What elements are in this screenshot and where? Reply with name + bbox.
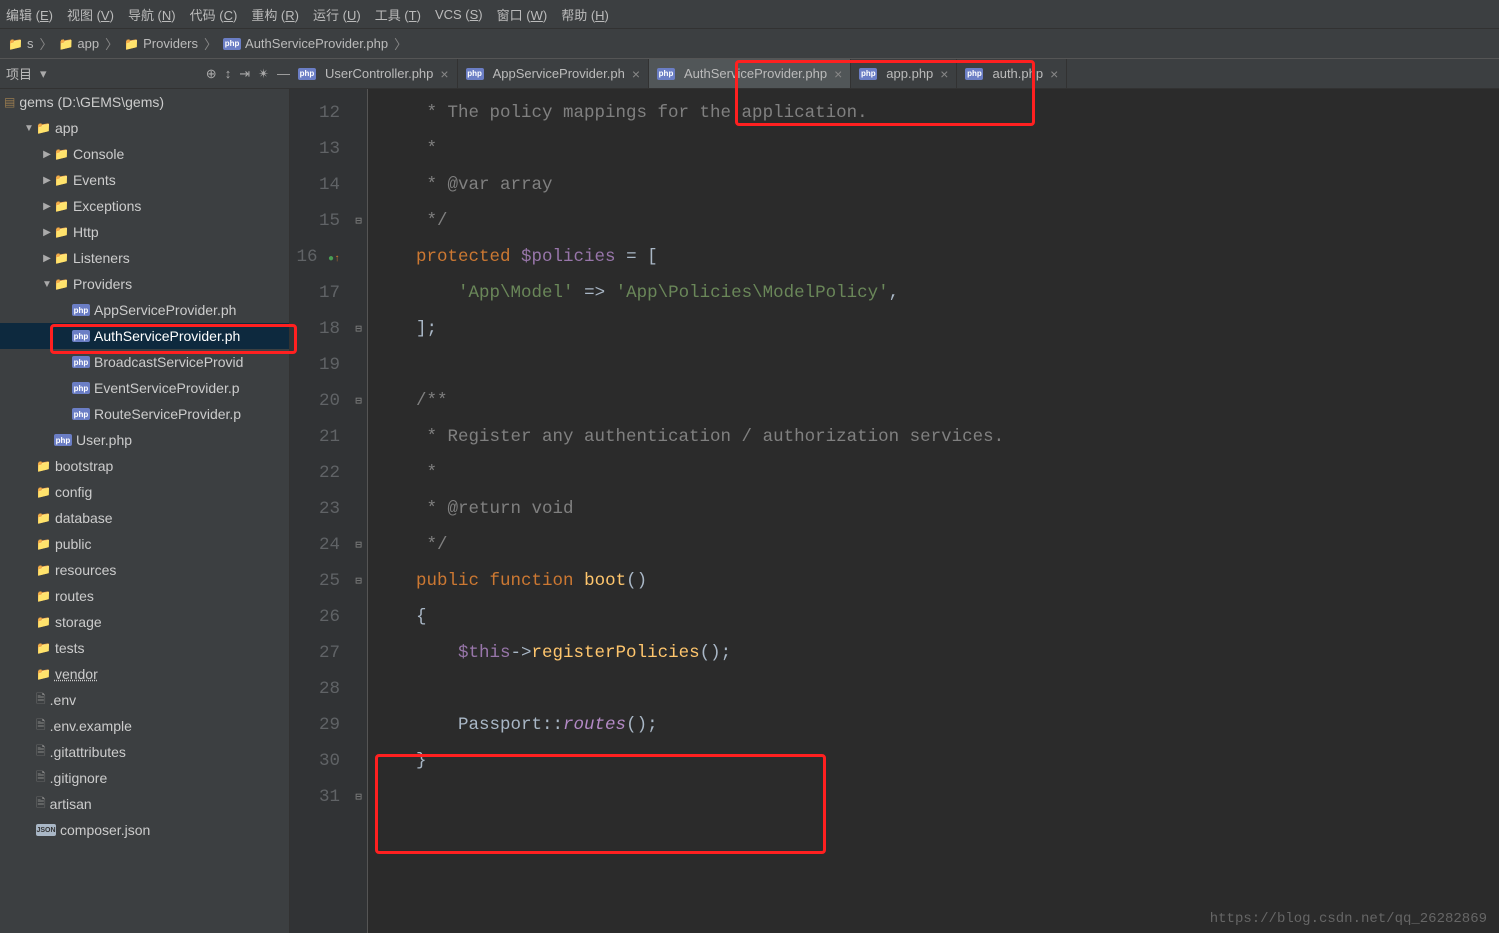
tree-item[interactable]: ▼📁Providers: [0, 271, 289, 297]
tree-item[interactable]: ▶📁Events: [0, 167, 289, 193]
tree-item[interactable]: 🗎.gitattributes: [0, 739, 289, 765]
menu-item[interactable]: 工具 (T): [375, 5, 421, 24]
line-gutter: 1213141516 ●↑171819202122232425262728293…: [290, 89, 350, 933]
editor-tab[interactable]: php app.php ×: [851, 59, 957, 88]
main-menubar[interactable]: 编辑 (E) 视图 (V) 导航 (N) 代码 (C) 重构 (R) 运行 (U) 工具 (…: [0, 0, 1499, 29]
tree-item[interactable]: ▶📁Console: [0, 141, 289, 167]
sort-icon[interactable]: ↕: [225, 66, 232, 81]
dropdown-icon[interactable]: ▾: [40, 66, 47, 82]
file-icon: 🗎: [36, 768, 46, 789]
gear-icon[interactable]: ✴: [258, 66, 269, 82]
collapse-icon[interactable]: ⇥: [239, 66, 250, 82]
menu-item[interactable]: 导航 (N): [128, 5, 176, 24]
tree-item[interactable]: 🗎.gitignore: [0, 765, 289, 791]
tab-label: AuthServiceProvider.php: [684, 66, 827, 81]
hide-icon[interactable]: —: [277, 66, 290, 81]
tab-label: auth.php: [992, 66, 1043, 81]
code-editor[interactable]: 1213141516 ●↑171819202122232425262728293…: [290, 89, 1499, 933]
tree-item[interactable]: phpAppServiceProvider.ph: [0, 297, 289, 323]
tab-toolbar-row: 项目 ▾ ⊕ ↕ ⇥ ✴ — phpUserController.php×php…: [0, 59, 1499, 89]
php-file-icon: php: [72, 408, 90, 420]
tab-label: app.php: [886, 66, 933, 81]
php-file-icon: php: [72, 356, 90, 368]
tree-item[interactable]: 📁bootstrap: [0, 453, 289, 479]
close-icon[interactable]: ×: [440, 66, 448, 82]
tree-item[interactable]: ▼📁app: [0, 115, 289, 141]
tree-item[interactable]: phpBroadcastServiceProvid: [0, 349, 289, 375]
tree-item[interactable]: JSONcomposer.json: [0, 817, 289, 843]
tree-item[interactable]: ▶📁Http: [0, 219, 289, 245]
menu-item[interactable]: 代码 (C): [190, 5, 238, 24]
editor-tab[interactable]: php UserController.php ×: [290, 59, 458, 88]
editor-tab[interactable]: php AppServiceProvider.ph ×: [458, 59, 649, 88]
editor-tabs: php UserController.php × php AppServiceProvi…: [290, 59, 1067, 88]
editor-tab[interactable]: php AuthServiceProvider.php ×: [649, 59, 851, 88]
php-file-icon: php: [298, 68, 316, 80]
php-file-icon: php: [466, 68, 484, 80]
close-icon[interactable]: ×: [632, 66, 640, 82]
file-icon: 🗎: [36, 794, 46, 815]
close-icon[interactable]: ×: [940, 66, 948, 82]
tree-item[interactable]: 📁storage: [0, 609, 289, 635]
menu-item[interactable]: 视图 (V): [67, 5, 114, 24]
fold-column[interactable]: ⊟⊟⊟⊟⊟⊟: [350, 89, 368, 933]
menu-item[interactable]: 编辑 (E): [6, 5, 53, 24]
php-file-icon: php: [859, 68, 877, 80]
tree-item[interactable]: 📁config: [0, 479, 289, 505]
php-file-icon: php: [72, 304, 90, 316]
menu-item[interactable]: 运行 (U): [313, 5, 361, 24]
target-icon[interactable]: ⊕: [206, 66, 217, 82]
editor-tab[interactable]: php auth.php ×: [957, 59, 1067, 88]
breadcrumb-item[interactable]: phpAuthServiceProvider.php: [219, 36, 392, 51]
menu-item[interactable]: 重构 (R): [251, 5, 299, 24]
file-icon: 🗎: [36, 690, 46, 711]
breadcrumb-item[interactable]: 📁app: [54, 36, 103, 51]
menu-item[interactable]: 窗口 (W): [497, 5, 548, 24]
close-icon[interactable]: ×: [1050, 66, 1058, 82]
tree-item[interactable]: 🗎.env: [0, 687, 289, 713]
watermark-text: https://blog.csdn.net/qq_26282869: [1210, 911, 1487, 927]
tree-item[interactable]: 🗎.env.example: [0, 713, 289, 739]
project-tree[interactable]: ▤gems (D:\GEMS\gems)▼📁app▶📁Console▶📁Even…: [0, 89, 290, 933]
php-file-icon: php: [72, 330, 90, 342]
menu-item[interactable]: VCS (S): [435, 7, 483, 22]
panel-label: 项目: [6, 64, 32, 83]
tree-item[interactable]: 📁routes: [0, 583, 289, 609]
tab-label: UserController.php: [325, 66, 433, 81]
close-icon[interactable]: ×: [834, 66, 842, 82]
tree-item[interactable]: 📁resources: [0, 557, 289, 583]
tree-item[interactable]: 📁vendor: [0, 661, 289, 687]
tree-item[interactable]: ▶📁Exceptions: [0, 193, 289, 219]
tree-item[interactable]: phpEventServiceProvider.p: [0, 375, 289, 401]
tree-item[interactable]: 📁database: [0, 505, 289, 531]
tree-item[interactable]: 📁tests: [0, 635, 289, 661]
file-icon: 🗎: [36, 716, 46, 737]
tree-item[interactable]: phpAuthServiceProvider.ph: [0, 323, 289, 349]
tree-item[interactable]: 📁public: [0, 531, 289, 557]
breadcrumb-item[interactable]: 📁s: [4, 36, 37, 51]
code-area[interactable]: * The policy mappings for the applicatio…: [368, 89, 1499, 933]
php-file-icon: php: [965, 68, 983, 80]
tree-item[interactable]: ▤gems (D:\GEMS\gems): [0, 89, 289, 115]
tree-item[interactable]: phpRouteServiceProvider.p: [0, 401, 289, 427]
php-file-icon: php: [72, 382, 90, 394]
file-icon: 🗎: [36, 742, 46, 763]
breadcrumb-item[interactable]: 📁Providers: [120, 36, 202, 51]
tree-item[interactable]: 🗎artisan: [0, 791, 289, 817]
php-file-icon: php: [54, 434, 72, 446]
menu-item[interactable]: 帮助 (H): [561, 5, 609, 24]
breadcrumb-bar[interactable]: 📁s〉📁app〉📁Providers〉phpAuthServiceProvide…: [0, 29, 1499, 59]
tree-item[interactable]: phpUser.php: [0, 427, 289, 453]
json-file-icon: JSON: [36, 824, 56, 836]
tab-label: AppServiceProvider.ph: [493, 66, 625, 81]
tree-item[interactable]: ▶📁Listeners: [0, 245, 289, 271]
php-file-icon: php: [657, 68, 675, 80]
